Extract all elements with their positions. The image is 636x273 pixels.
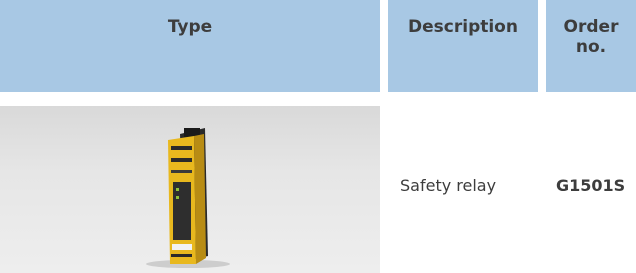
product-description: Safety relay (400, 176, 497, 195)
safety-relay-image (146, 128, 230, 268)
column-header-order-line1: Order (563, 17, 619, 37)
column-header-description-label: Description (408, 17, 518, 37)
product-order-number: G1501S (556, 176, 626, 195)
column-header-type: Type (0, 0, 380, 92)
column-header-order-no: Order no. (546, 0, 636, 92)
column-header-type-label: Type (167, 17, 213, 37)
column-header-order-line2: no. (575, 37, 607, 57)
column-header-description: Description (388, 0, 538, 92)
product-image-cell (0, 106, 380, 273)
